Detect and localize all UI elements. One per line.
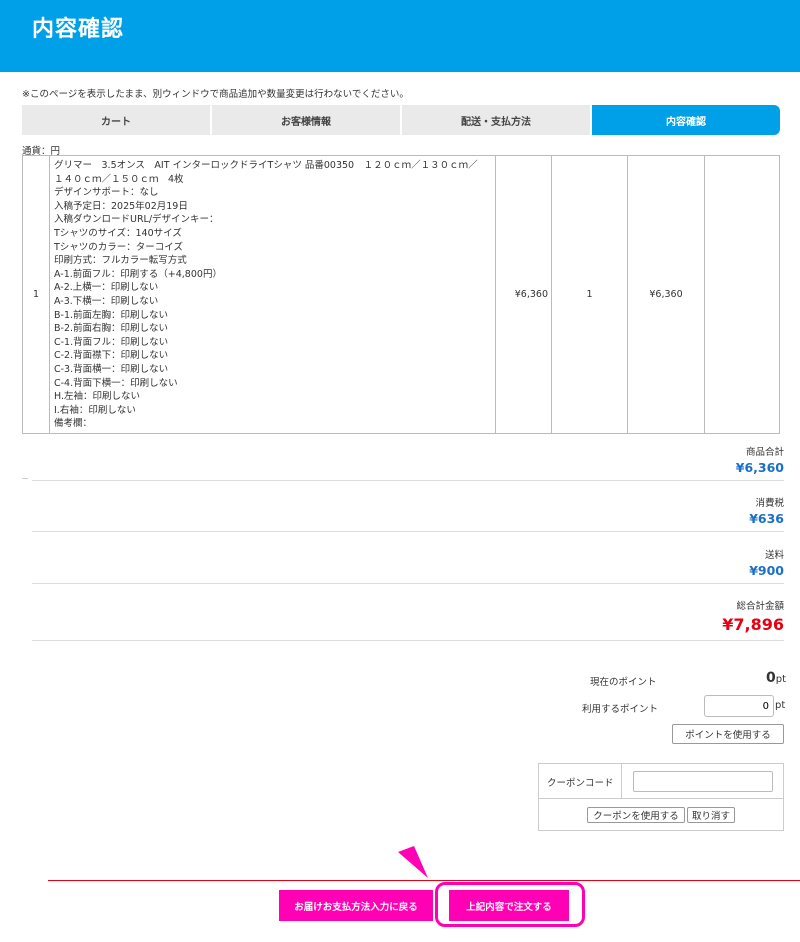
tax-value: ¥636	[749, 511, 784, 526]
product-description: グリマー 3.5オンス AIT インターロックドライTシャツ 品番00350 １…	[49, 155, 496, 434]
product-total-label: 商品合計	[745, 447, 784, 458]
quantity: 1	[551, 155, 628, 434]
description-line: A-2.上横一：印刷しない	[54, 282, 159, 294]
line-subtotal: ¥6,360	[627, 155, 705, 434]
description-line: B-2.前面右胸：印刷しない	[54, 323, 169, 335]
grand-total-value: ¥7,896	[722, 615, 784, 634]
description-line: グリマー 3.5オンス AIT インターロックドライTシャツ 品番00350 １…	[54, 160, 478, 171]
step-cart: カート	[22, 105, 210, 135]
points-unit: pt	[775, 674, 787, 685]
description-lines: グリマー 3.5オンス AIT インターロックドライTシャツ 品番00350 １…	[54, 159, 491, 431]
description-line: 入稿予定日：2025年02月19日	[54, 200, 188, 212]
use-points-unit: pt	[775, 700, 786, 711]
current-points-value: 0pt	[766, 670, 786, 686]
shipping: 送料 ¥900	[749, 547, 784, 578]
checkout-steps: カート お客様情報 配送・支払方法 内容確認	[22, 105, 780, 135]
grand-total: 総合計金額 ¥7,896	[722, 598, 784, 634]
product-total-value: ¥6,360	[735, 460, 784, 475]
step-shipping-payment: 配送・支払方法	[402, 105, 590, 135]
use-points-input[interactable]	[704, 695, 774, 717]
page-header: 内容確認	[0, 0, 800, 72]
description-line: C-4.背面下横一：印刷しない	[54, 377, 178, 389]
row-number: 1	[22, 155, 50, 434]
description-line: 備考欄：	[54, 418, 93, 430]
divider	[621, 764, 622, 799]
coupon-label: クーポンコード	[547, 778, 614, 789]
description-line: C-2.背面襟下：印刷しない	[54, 350, 169, 362]
row-action-cell	[704, 155, 780, 434]
shipping-label: 送料	[764, 550, 784, 561]
step-confirm: 内容確認	[592, 105, 780, 135]
cancel-coupon-button[interactable]: 取り消す	[687, 807, 735, 823]
description-line: C-3.背面横一：印刷しない	[54, 363, 169, 375]
use-points-label: 利用するポイント	[582, 704, 659, 715]
divider	[32, 583, 784, 584]
notice-text: ※このページを表示したまま、別ウィンドウで商品追加や数量変更は行わないでください…	[22, 89, 409, 100]
back-to-payment-button[interactable]: お届けお支払方法入力に戻る	[279, 890, 433, 921]
divider	[32, 640, 784, 641]
description-line: B-1.前面左胸：印刷しない	[54, 309, 169, 321]
step-customer-info: お客様情報	[212, 105, 400, 135]
page-title: 内容確認	[32, 17, 125, 42]
description-line: １４０ｃｍ／１５０ｃｍ 4枚	[54, 173, 184, 185]
description-line: 入稿ダウンロードURL/デザインキー：	[54, 214, 219, 226]
divider	[32, 531, 784, 532]
description-line: A-3.下横一：印刷しない	[54, 295, 159, 307]
unit-price: ¥6,360	[495, 155, 552, 434]
current-points-label: 現在のポイント	[590, 677, 657, 688]
description-line: Tシャツのカラー：ターコイズ	[54, 241, 184, 253]
current-points-number: 0	[766, 670, 776, 686]
coupon-code-input[interactable]	[633, 771, 773, 792]
product-total: 商品合計 ¥6,360	[736, 444, 784, 475]
divider	[48, 880, 800, 881]
description-line: A-1.前面フル：印刷する（+4,800円）	[54, 268, 222, 280]
description-line: デザインサポート：なし	[54, 187, 159, 199]
description-line: Tシャツのサイズ：140サイズ	[54, 227, 182, 239]
table-row: 1 グリマー 3.5オンス AIT インターロックドライTシャツ 品番00350…	[22, 155, 780, 434]
shipping-value: ¥900	[749, 563, 784, 578]
divider	[22, 478, 28, 479]
order-table: 1 グリマー 3.5オンス AIT インターロックドライTシャツ 品番00350…	[22, 155, 780, 434]
description-line: 印刷方式：フルカラー転写方式	[54, 255, 187, 267]
coupon-section: クーポンコード クーポンを使用する 取り消す	[538, 763, 784, 831]
description-line: C-1.背面フル：印刷しない	[54, 336, 169, 348]
tax-label: 消費税	[755, 498, 784, 509]
tax: 消費税 ¥636	[749, 495, 784, 526]
description-line: I.右袖：印刷しない	[54, 404, 136, 416]
description-line: H.左袖：印刷しない	[54, 391, 140, 403]
divider	[32, 480, 784, 481]
use-points-button[interactable]: ポイントを使用する	[672, 724, 784, 744]
pointer-arrow-icon	[398, 846, 428, 878]
place-order-button[interactable]: 上記内容で注文する	[449, 890, 569, 921]
coupon-row: クーポンコード	[539, 764, 783, 799]
grand-total-label: 総合計金額	[736, 601, 784, 612]
use-coupon-button[interactable]: クーポンを使用する	[587, 807, 685, 823]
